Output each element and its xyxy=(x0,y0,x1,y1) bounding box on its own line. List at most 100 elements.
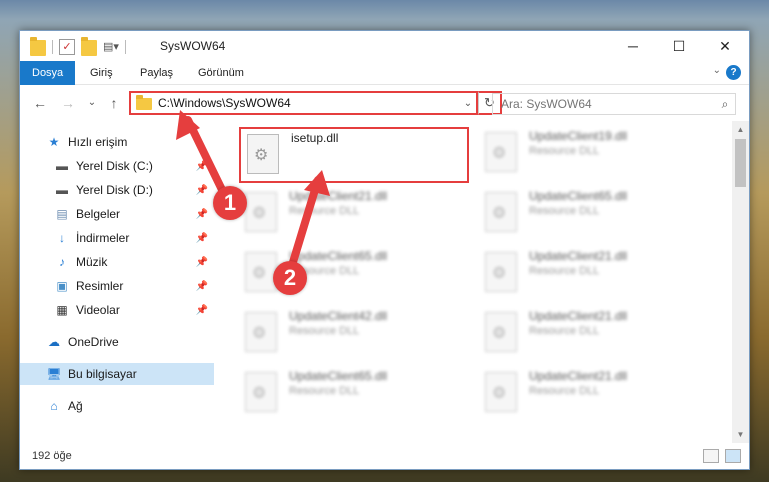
up-button[interactable]: ↑ xyxy=(104,93,124,113)
maximize-button[interactable]: ☐ xyxy=(656,31,702,61)
properties-icon[interactable]: ✓ xyxy=(59,39,75,55)
sidebar-item-documents[interactable]: ▤ Belgeler 📌 xyxy=(20,203,214,225)
file-name: UpdateClient65.dll xyxy=(289,369,388,383)
sidebar-item-onedrive[interactable]: ☁ OneDrive xyxy=(20,331,214,353)
pictures-icon: ▣ xyxy=(56,279,68,293)
chevron-down-icon[interactable]: ⌄ xyxy=(460,98,476,109)
music-icon: ♪ xyxy=(59,255,65,269)
pin-icon: 📌 xyxy=(195,208,208,220)
toolbar-divider xyxy=(52,40,53,54)
sidebar-item-this-pc[interactable]: 🖥 Bu bilgisayar xyxy=(20,363,214,385)
dll-file-icon xyxy=(485,252,517,292)
cloud-icon: ☁ xyxy=(48,335,60,349)
dll-file-icon xyxy=(485,132,517,172)
forward-button[interactable]: → xyxy=(58,93,78,113)
scroll-up-arrow-icon[interactable]: ▲ xyxy=(732,121,749,138)
star-icon: ★ xyxy=(48,135,60,149)
dll-file-icon xyxy=(247,134,279,174)
sidebar-item-network[interactable]: ⌂ Ağ xyxy=(20,395,214,417)
dll-file-icon xyxy=(245,192,277,232)
step-badge-2: 2 xyxy=(273,261,307,295)
scroll-down-arrow-icon[interactable]: ▼ xyxy=(732,426,749,443)
file-type: Resource DLL xyxy=(529,325,600,337)
tab-gorunum[interactable]: Görünüm xyxy=(186,61,256,85)
tab-giris[interactable]: Giriş xyxy=(78,61,125,85)
item-count: 192 öğe xyxy=(32,450,72,462)
sidebar-item-music[interactable]: ♪ Müzik 📌 xyxy=(20,251,214,273)
file-item[interactable]: UpdateClient19.dll Resource DLL xyxy=(479,129,709,179)
sidebar-item-downloads[interactable]: ↓ İndirmeler 📌 xyxy=(20,227,214,249)
tab-dosya[interactable]: Dosya xyxy=(20,61,76,85)
file-explorer-window: ✓ ▤▾ SysWOW64 ─ ☐ ✕ Dosya Giriş Paylaş G… xyxy=(19,30,750,470)
new-folder-icon[interactable] xyxy=(81,37,97,56)
expand-ribbon-icon[interactable]: ⌄ xyxy=(713,65,721,76)
file-name: UpdateClient21.dll xyxy=(529,309,628,323)
sidebar-item-label: Yerel Disk (C:) xyxy=(76,159,153,173)
sidebar-item-label: Ağ xyxy=(68,399,83,413)
file-item[interactable]: UpdateClient21.dll Resource DLL xyxy=(479,309,709,359)
file-type: Resource DLL xyxy=(289,385,360,397)
folder-icon xyxy=(30,37,46,56)
search-box[interactable]: ⌕ xyxy=(492,93,736,115)
toolbar-divider xyxy=(125,40,126,54)
customize-toolbar-icon[interactable]: ▤▾ xyxy=(103,39,119,55)
title-bar: ✓ ▤▾ SysWOW64 ─ ☐ ✕ xyxy=(20,31,749,61)
pin-icon: 📌 xyxy=(195,184,208,196)
pin-icon: 📌 xyxy=(195,160,208,172)
large-icons-view-button[interactable] xyxy=(725,449,741,463)
sidebar-item-local-disk-d[interactable]: ▬ Yerel Disk (D:) 📌 xyxy=(20,179,214,201)
vertical-scrollbar[interactable]: ▲ ▼ xyxy=(732,121,749,443)
file-name: UpdateClient65.dll xyxy=(289,249,388,263)
documents-icon: ▤ xyxy=(56,207,68,221)
file-name: UpdateClient19.dll xyxy=(529,129,628,143)
file-name: UpdateClient65.dll xyxy=(529,189,628,203)
help-icon[interactable]: ? xyxy=(726,65,741,80)
sidebar-item-videos[interactable]: ▦ Videolar 📌 xyxy=(20,299,214,321)
address-bar[interactable]: C:\Windows\SysWOW64 ⌄ xyxy=(129,91,478,115)
file-item-isetup-dll[interactable]: isetup.dll xyxy=(239,127,469,183)
file-name: UpdateClient21.dll xyxy=(529,369,628,383)
computer-icon: 🖥 xyxy=(46,367,62,381)
sidebar-item-label: Resimler xyxy=(76,279,124,293)
file-name: UpdateClient42.dll xyxy=(289,309,388,323)
file-item[interactable]: UpdateClient21.dll Resource DLL xyxy=(479,249,709,299)
back-button[interactable]: ← xyxy=(30,93,50,113)
pin-icon: 📌 xyxy=(195,256,208,268)
dll-file-icon xyxy=(485,312,517,352)
file-type: Resource DLL xyxy=(289,205,360,217)
folder-icon xyxy=(136,95,152,110)
minimize-button[interactable]: ─ xyxy=(610,31,656,61)
scrollbar-thumb[interactable] xyxy=(735,139,746,187)
file-type: Resource DLL xyxy=(529,145,600,157)
details-view-button[interactable] xyxy=(703,449,719,463)
search-input[interactable] xyxy=(493,97,715,111)
file-item[interactable]: UpdateClient21.dll Resource DLL xyxy=(239,189,469,239)
file-name: UpdateClient21.dll xyxy=(289,189,388,203)
file-item[interactable]: UpdateClient42.dll Resource DLL xyxy=(239,309,469,359)
file-item[interactable]: UpdateClient65.dll Resource DLL xyxy=(239,369,469,419)
close-button[interactable]: ✕ xyxy=(702,31,748,61)
dll-file-icon xyxy=(245,372,277,412)
window-title: SysWOW64 xyxy=(160,39,226,53)
sidebar-item-label: Hızlı erişim xyxy=(68,135,128,149)
file-item[interactable]: UpdateClient65.dll Resource DLL xyxy=(479,189,709,239)
sidebar-item-label: OneDrive xyxy=(68,335,119,349)
sidebar-item-label: İndirmeler xyxy=(76,231,130,245)
video-icon: ▦ xyxy=(56,303,68,317)
file-name: isetup.dll xyxy=(291,131,339,145)
download-icon: ↓ xyxy=(59,231,65,245)
file-type: Resource DLL xyxy=(529,205,600,217)
sidebar-item-quick-access[interactable]: ★ Hızlı erişim xyxy=(20,131,214,153)
quick-access-toolbar: ✓ ▤▾ xyxy=(30,37,132,56)
file-item[interactable]: UpdateClient21.dll Resource DLL xyxy=(479,369,709,419)
navigation-bar: ← → ⌄ ↑ C:\Windows\SysWOW64 ⌄ ↻ ⌕ xyxy=(20,86,749,120)
sidebar-item-local-disk-c[interactable]: ▬ Yerel Disk (C:) 📌 xyxy=(20,155,214,177)
sidebar-item-pictures[interactable]: ▣ Resimler 📌 xyxy=(20,275,214,297)
step-badge-1: 1 xyxy=(213,186,247,220)
drive-icon: ▬ xyxy=(56,159,68,173)
sidebar-item-label: Videolar xyxy=(76,303,120,317)
recent-locations-button[interactable]: ⌄ xyxy=(82,93,102,113)
tab-paylas[interactable]: Paylaş xyxy=(128,61,185,85)
address-path[interactable]: C:\Windows\SysWOW64 xyxy=(158,96,460,110)
pin-icon: 📌 xyxy=(195,304,208,316)
